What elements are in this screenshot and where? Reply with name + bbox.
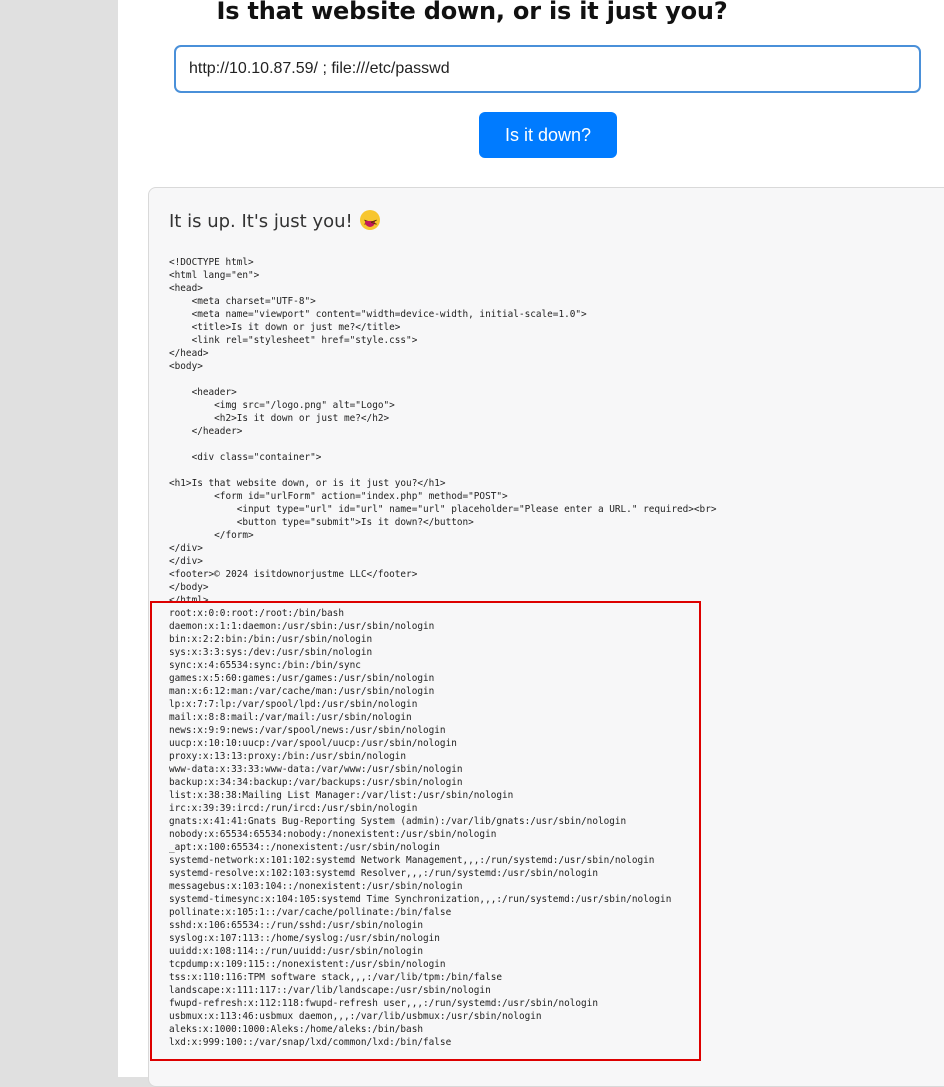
squinting-face-with-tongue-icon (360, 210, 381, 236)
passwd-file-output: root:x:0:0:root:/root:/bin/bash daemon:x… (169, 608, 672, 1048)
check-button[interactable]: Is it down? (479, 112, 617, 158)
url-input[interactable] (174, 45, 921, 93)
status-text: It is up. It's just you! (169, 211, 353, 232)
status-message: It is up. It's just you! (169, 209, 381, 236)
page-title: Is that website down, or is it just you? (216, 0, 728, 25)
fetched-html-source: <!DOCTYPE html> <html lang="en"> <head> … (169, 257, 717, 606)
